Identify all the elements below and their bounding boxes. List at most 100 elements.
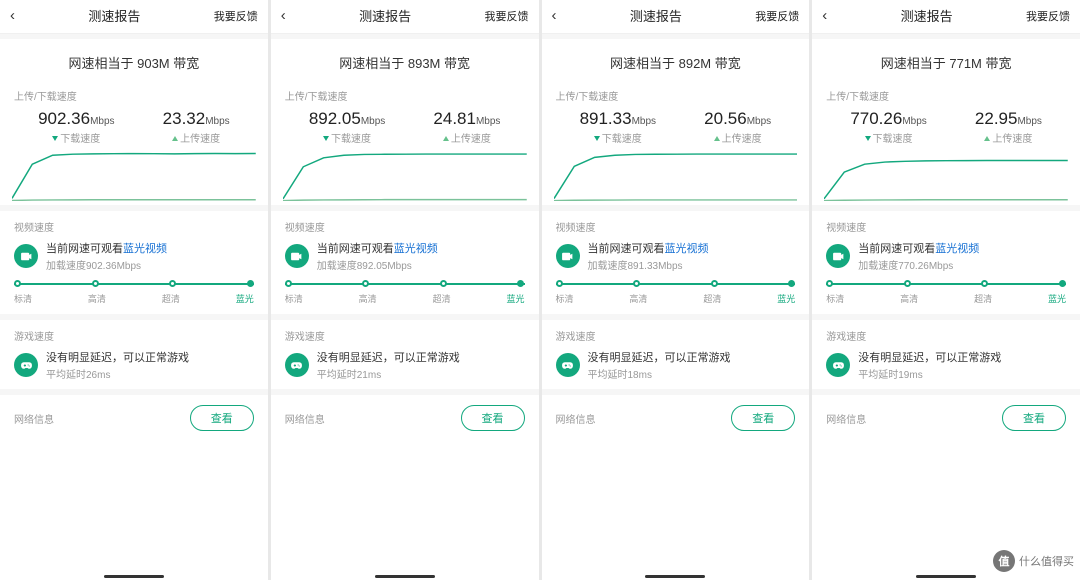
- video-load-speed: 加载速度770.26Mbps: [858, 257, 979, 272]
- game-latency-value: 平均延时19ms: [858, 366, 1001, 381]
- feedback-link[interactable]: 我要反馈: [755, 8, 799, 24]
- video-icon: [285, 244, 309, 268]
- updown-label: 上传/下载速度: [556, 88, 796, 103]
- game-section: 游戏速度 没有明显延迟，可以正常游戏 平均延时19ms: [812, 320, 1080, 389]
- view-button[interactable]: 查看: [1002, 405, 1066, 431]
- video-icon: [826, 244, 850, 268]
- back-icon[interactable]: ‹: [281, 7, 286, 24]
- speed-panel: ‹ 测速报告 我要反馈 网速相当于 893M 带宽 上传/下载速度 892.05…: [271, 0, 542, 580]
- top-bar: ‹ 测速报告 我要反馈: [0, 0, 268, 34]
- video-section: 视频速度 当前网速可观看蓝光视频 加载速度902.36Mbps 标清高清超清蓝光: [0, 211, 268, 314]
- bandwidth-summary: 网速相当于 893M 带宽: [271, 39, 539, 82]
- quality-scale: 标清高清超清蓝光: [556, 280, 796, 306]
- game-icon: [556, 353, 580, 377]
- view-button[interactable]: 查看: [461, 405, 525, 431]
- speed-chart: [542, 151, 810, 205]
- network-info-label: 网络信息: [826, 411, 866, 426]
- watermark-text: 什么值得买: [1019, 553, 1074, 569]
- download-speed: 770.26Mbps 下载速度: [850, 109, 926, 145]
- speed-panel: ‹ 测速报告 我要反馈 网速相当于 771M 带宽 上传/下载速度 770.26…: [812, 0, 1080, 580]
- upload-speed: 24.81Mbps 上传速度: [433, 109, 500, 145]
- page-title: 测速报告: [630, 6, 682, 25]
- watermark: 值 什么值得买: [993, 550, 1074, 572]
- network-info-row: 网络信息 查看: [542, 395, 810, 441]
- page-title: 测速报告: [359, 6, 411, 25]
- game-latency-text: 没有明显延迟，可以正常游戏: [317, 349, 460, 365]
- upload-speed: 22.95Mbps 上传速度: [975, 109, 1042, 145]
- quality-scale: 标清高清超清蓝光: [285, 280, 525, 306]
- video-load-speed: 加载速度902.36Mbps: [46, 257, 167, 272]
- home-indicator: [916, 575, 976, 578]
- bandwidth-value: 903M: [137, 56, 170, 71]
- video-quality-text: 当前网速可观看蓝光视频: [46, 240, 167, 256]
- network-info-row: 网络信息 查看: [271, 395, 539, 441]
- upload-icon: [443, 136, 449, 141]
- speed-panel: ‹ 测速报告 我要反馈 网速相当于 903M 带宽 上传/下载速度 902.36…: [0, 0, 271, 580]
- game-latency-text: 没有明显延迟，可以正常游戏: [858, 349, 1001, 365]
- game-section: 游戏速度 没有明显延迟，可以正常游戏 平均延时21ms: [271, 320, 539, 389]
- bandwidth-value: 892M: [679, 56, 712, 71]
- download-icon: [52, 136, 58, 141]
- page-title: 测速报告: [901, 6, 953, 25]
- download-icon: [865, 136, 871, 141]
- feedback-link[interactable]: 我要反馈: [484, 8, 528, 24]
- updown-label: 上传/下载速度: [826, 88, 1066, 103]
- bandwidth-summary: 网速相当于 771M 带宽: [812, 39, 1080, 82]
- top-bar: ‹ 测速报告 我要反馈: [542, 0, 810, 34]
- home-indicator: [645, 575, 705, 578]
- network-info-row: 网络信息 查看: [0, 395, 268, 441]
- updown-label: 上传/下载速度: [14, 88, 254, 103]
- back-icon[interactable]: ‹: [10, 7, 15, 24]
- download-icon: [323, 136, 329, 141]
- speed-panel: ‹ 测速报告 我要反馈 网速相当于 892M 带宽 上传/下载速度 891.33…: [542, 0, 813, 580]
- page-title: 测速报告: [88, 6, 140, 25]
- network-info-label: 网络信息: [556, 411, 596, 426]
- bandwidth-summary: 网速相当于 903M 带宽: [0, 39, 268, 82]
- quality-scale: 标清高清超清蓝光: [826, 280, 1066, 306]
- video-load-speed: 加载速度892.05Mbps: [317, 257, 438, 272]
- back-icon[interactable]: ‹: [822, 7, 827, 24]
- video-section: 视频速度 当前网速可观看蓝光视频 加载速度770.26Mbps 标清高清超清蓝光: [812, 211, 1080, 314]
- speed-chart: [812, 151, 1080, 205]
- video-quality-text: 当前网速可观看蓝光视频: [317, 240, 438, 256]
- feedback-link[interactable]: 我要反馈: [1026, 8, 1070, 24]
- download-icon: [594, 136, 600, 141]
- game-latency-text: 没有明显延迟，可以正常游戏: [588, 349, 731, 365]
- view-button[interactable]: 查看: [190, 405, 254, 431]
- game-section: 游戏速度 没有明显延迟，可以正常游戏 平均延时26ms: [0, 320, 268, 389]
- speed-chart: [271, 151, 539, 205]
- view-button[interactable]: 查看: [731, 405, 795, 431]
- watermark-badge: 值: [993, 550, 1015, 572]
- quality-scale: 标清高清超清蓝光: [14, 280, 254, 306]
- feedback-link[interactable]: 我要反馈: [214, 8, 258, 24]
- game-icon: [14, 353, 38, 377]
- network-info-label: 网络信息: [285, 411, 325, 426]
- game-section: 游戏速度 没有明显延迟，可以正常游戏 平均延时18ms: [542, 320, 810, 389]
- top-bar: ‹ 测速报告 我要反馈: [812, 0, 1080, 34]
- back-icon[interactable]: ‹: [552, 7, 557, 24]
- upload-speed: 20.56Mbps 上传速度: [704, 109, 771, 145]
- bandwidth-value: 893M: [408, 56, 441, 71]
- download-speed: 902.36Mbps 下载速度: [38, 109, 114, 145]
- upload-icon: [172, 136, 178, 141]
- download-speed: 891.33Mbps 下载速度: [580, 109, 656, 145]
- upload-icon: [984, 136, 990, 141]
- upload-speed: 23.32Mbps 上传速度: [163, 109, 230, 145]
- game-latency-value: 平均延时18ms: [588, 366, 731, 381]
- upload-icon: [714, 136, 720, 141]
- game-icon: [826, 353, 850, 377]
- video-section: 视频速度 当前网速可观看蓝光视频 加载速度891.33Mbps 标清高清超清蓝光: [542, 211, 810, 314]
- bandwidth-value: 771M: [949, 56, 982, 71]
- network-info-label: 网络信息: [14, 411, 54, 426]
- video-icon: [556, 244, 580, 268]
- game-icon: [285, 353, 309, 377]
- video-quality-text: 当前网速可观看蓝光视频: [588, 240, 709, 256]
- video-load-speed: 加载速度891.33Mbps: [588, 257, 709, 272]
- game-latency-text: 没有明显延迟，可以正常游戏: [46, 349, 189, 365]
- speed-chart: [0, 151, 268, 205]
- home-indicator: [375, 575, 435, 578]
- home-indicator: [104, 575, 164, 578]
- bandwidth-summary: 网速相当于 892M 带宽: [542, 39, 810, 82]
- game-latency-value: 平均延时21ms: [317, 366, 460, 381]
- network-info-row: 网络信息 查看: [812, 395, 1080, 441]
